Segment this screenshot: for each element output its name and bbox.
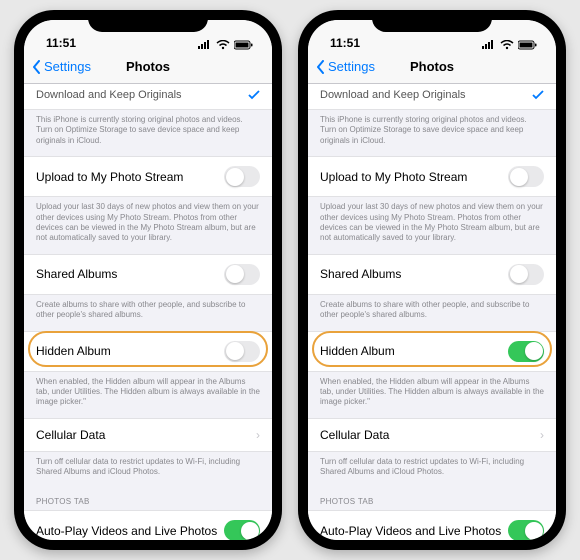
toggle-hidden-album[interactable] (508, 341, 544, 362)
hidden-footer: When enabled, the Hidden album will appe… (308, 372, 556, 418)
row-cellular-data[interactable]: Cellular Data › (308, 418, 556, 452)
photos-tab-header: PHOTOS TAB (308, 487, 556, 510)
wifi-icon (216, 40, 230, 50)
checkmark-icon (248, 90, 260, 100)
row-hidden-album[interactable]: Hidden Album (308, 331, 556, 372)
screen: 11:51 Settings Photos Download and Keep … (24, 20, 272, 540)
toggle-photo-stream[interactable] (508, 166, 544, 187)
autoplay-label: Auto-Play Videos and Live Photos (320, 524, 501, 538)
signal-icon (198, 40, 212, 50)
autoplay-label: Auto-Play Videos and Live Photos (36, 524, 217, 538)
back-label: Settings (328, 59, 375, 74)
hidden-album-label: Hidden Album (36, 344, 111, 358)
row-cellular-data[interactable]: Cellular Data › (24, 418, 272, 452)
battery-icon (518, 40, 538, 50)
shared-footer: Create albums to share with other people… (308, 295, 556, 331)
row-shared-albums[interactable]: Shared Albums (308, 254, 556, 295)
back-button[interactable]: Settings (316, 59, 375, 74)
checkmark-icon (532, 90, 544, 100)
status-indicators (482, 40, 538, 50)
row-photo-stream[interactable]: Upload to My Photo Stream (308, 156, 556, 197)
battery-icon (234, 40, 254, 50)
toggle-shared-albums[interactable] (224, 264, 260, 285)
toggle-autoplay[interactable] (508, 520, 544, 540)
wifi-icon (500, 40, 514, 50)
status-time: 11:51 (46, 36, 76, 50)
shared-albums-label: Shared Albums (36, 267, 117, 281)
nav-bar: Settings Photos (308, 50, 556, 84)
notch (88, 10, 208, 32)
toggle-hidden-album[interactable] (224, 341, 260, 362)
cellular-data-label: Cellular Data (36, 428, 105, 442)
chevron-right-icon: › (540, 428, 544, 442)
toggle-shared-albums[interactable] (508, 264, 544, 285)
settings-content[interactable]: Download and Keep Originals This iPhone … (24, 84, 272, 540)
row-download-originals[interactable]: Download and Keep Originals (308, 84, 556, 110)
row-download-originals[interactable]: Download and Keep Originals (24, 84, 272, 110)
optimize-footer: This iPhone is currently storing origina… (308, 110, 556, 156)
nav-bar: Settings Photos (24, 50, 272, 84)
back-label: Settings (44, 59, 91, 74)
stream-footer: Upload your last 30 days of new photos a… (24, 197, 272, 254)
status-indicators (198, 40, 254, 50)
download-originals-label: Download and Keep Originals (36, 89, 182, 101)
row-photo-stream[interactable]: Upload to My Photo Stream (24, 156, 272, 197)
chevron-left-icon (316, 60, 326, 74)
hidden-footer: When enabled, the Hidden album will appe… (24, 372, 272, 418)
cellular-data-label: Cellular Data (320, 428, 389, 442)
photos-tab-header: PHOTOS TAB (24, 487, 272, 510)
phone-frame-right: 11:51 Settings Photos Download and Keep … (298, 10, 566, 550)
toggle-photo-stream[interactable] (224, 166, 260, 187)
shared-footer: Create albums to share with other people… (24, 295, 272, 331)
phone-frame-left: 11:51 Settings Photos Download and Keep … (14, 10, 282, 550)
hidden-album-label: Hidden Album (320, 344, 395, 358)
photo-stream-label: Upload to My Photo Stream (36, 170, 183, 184)
chevron-right-icon: › (256, 428, 260, 442)
shared-albums-label: Shared Albums (320, 267, 401, 281)
row-hidden-album[interactable]: Hidden Album (24, 331, 272, 372)
row-shared-albums[interactable]: Shared Albums (24, 254, 272, 295)
photo-stream-label: Upload to My Photo Stream (320, 170, 467, 184)
screen: 11:51 Settings Photos Download and Keep … (308, 20, 556, 540)
signal-icon (482, 40, 496, 50)
settings-content[interactable]: Download and Keep Originals This iPhone … (308, 84, 556, 540)
status-time: 11:51 (330, 36, 360, 50)
row-autoplay[interactable]: Auto-Play Videos and Live Photos (24, 510, 272, 540)
stream-footer: Upload your last 30 days of new photos a… (308, 197, 556, 254)
toggle-autoplay[interactable] (224, 520, 260, 540)
row-autoplay[interactable]: Auto-Play Videos and Live Photos (308, 510, 556, 540)
cellular-footer: Turn off cellular data to restrict updat… (308, 452, 556, 488)
chevron-left-icon (32, 60, 42, 74)
download-originals-label: Download and Keep Originals (320, 89, 466, 101)
notch (372, 10, 492, 32)
optimize-footer: This iPhone is currently storing origina… (24, 110, 272, 156)
cellular-footer: Turn off cellular data to restrict updat… (24, 452, 272, 488)
back-button[interactable]: Settings (32, 59, 91, 74)
